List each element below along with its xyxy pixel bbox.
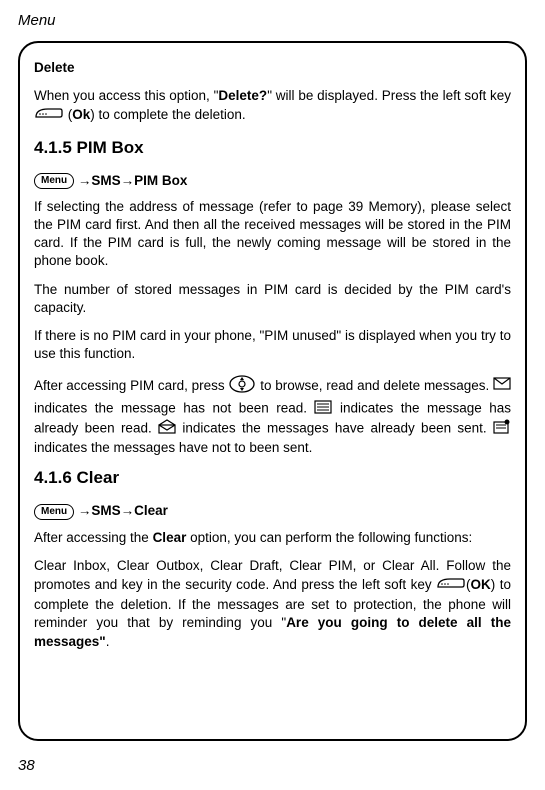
menu-key-icon: Menu (34, 173, 74, 189)
text: ) to complete the deletion. (90, 108, 245, 123)
soft-key-icon (436, 575, 466, 596)
breadcrumb-sms: SMS (91, 173, 120, 188)
text: indicates the messages have not to been … (34, 440, 312, 455)
text-bold: OK (471, 577, 491, 592)
delete-paragraph: When you access this option, "Delete?" w… (34, 87, 511, 126)
text: . (106, 634, 110, 649)
arrow-icon: → (121, 503, 135, 518)
text: After accessing the (34, 530, 153, 545)
navigation-key-icon (228, 374, 256, 399)
envelope-read-icon (314, 399, 332, 419)
text-bold: Clear (153, 530, 187, 545)
page-header: Menu (18, 12, 527, 29)
pim-box-heading: 4.1.5 PIM Box (34, 137, 511, 160)
text-bold: Ok (72, 108, 90, 123)
breadcrumb-clear: Clear (134, 503, 168, 518)
page-number: 38 (18, 757, 35, 774)
text: After accessing PIM card, press (34, 378, 228, 393)
text: indicates the messages have already been… (182, 421, 493, 436)
arrow-icon: → (78, 503, 92, 518)
text: When you access this option, " (34, 88, 218, 103)
pim-paragraph-1: If selecting the address of message (ref… (34, 198, 511, 271)
text: indicates the message has not been read. (34, 400, 314, 415)
text: to browse, read and delete messages. (260, 378, 493, 393)
clear-paragraph-2: Clear Inbox, Clear Outbox, Clear Draft, … (34, 557, 511, 651)
pim-paragraph-4: After accessing PIM card, press to brows… (34, 374, 511, 458)
clear-breadcrumb: Menu →SMS→Clear (34, 502, 511, 520)
clear-heading: 4.1.6 Clear (34, 467, 511, 490)
menu-key-icon: Menu (34, 504, 74, 520)
soft-key-icon (34, 105, 64, 126)
arrow-icon: → (78, 173, 92, 188)
envelope-closed-icon (493, 377, 511, 395)
delete-section-title: Delete (34, 59, 511, 77)
breadcrumb-pim: PIM Box (134, 173, 187, 188)
clear-paragraph-1: After accessing the Clear option, you ca… (34, 529, 511, 547)
envelope-unsent-icon (493, 419, 511, 439)
text-bold: Delete? (218, 88, 267, 103)
envelope-sent-icon (158, 419, 176, 439)
content-box: Delete When you access this option, "Del… (18, 41, 527, 741)
arrow-icon: → (121, 173, 135, 188)
pim-paragraph-2: The number of stored messages in PIM car… (34, 281, 511, 317)
pim-breadcrumb: Menu →SMS→PIM Box (34, 172, 511, 190)
pim-paragraph-3: If there is no PIM card in your phone, "… (34, 327, 511, 363)
text: option, you can perform the following fu… (186, 530, 472, 545)
text: " will be displayed. Press the left soft… (267, 88, 511, 103)
breadcrumb-sms: SMS (91, 503, 120, 518)
